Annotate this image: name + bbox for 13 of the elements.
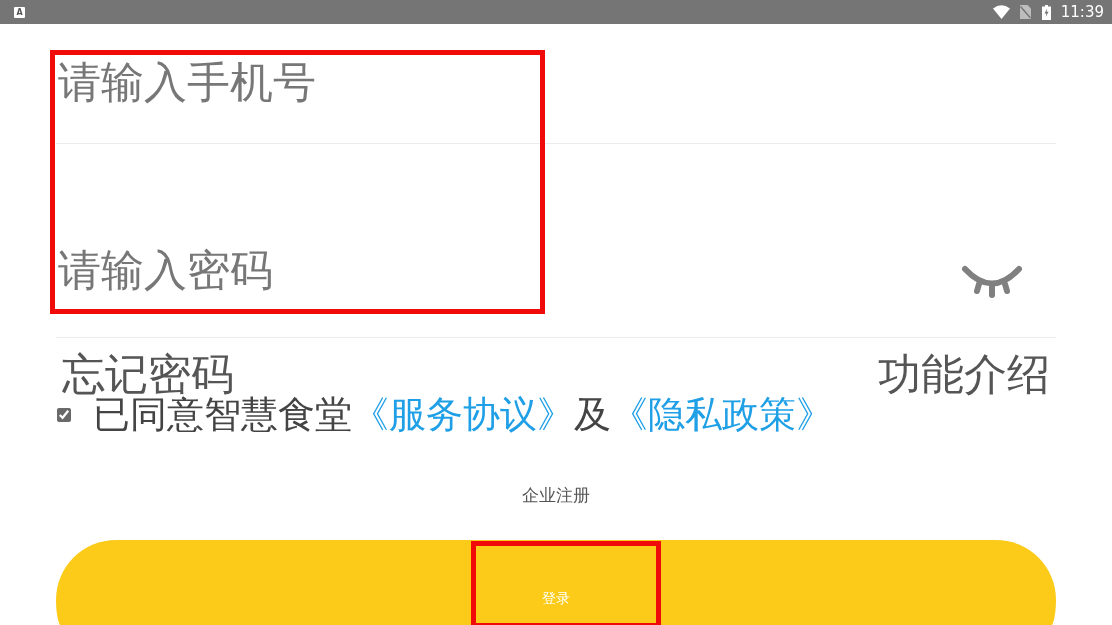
agreement-checkbox[interactable] [57,408,71,422]
password-field[interactable]: 请输入密码 [56,144,961,337]
feature-intro-link[interactable]: 功能介绍 [878,353,1050,396]
no-sim-icon [1019,5,1031,19]
status-time: 11:39 [1060,3,1104,21]
register-link[interactable]: 企业注册 [522,485,590,505]
wifi-icon [992,5,1010,19]
eye-closed-icon[interactable] [961,264,1023,298]
notification-mark: A [14,6,25,18]
forgot-password-link[interactable]: 忘记密码 [62,353,234,396]
battery-charging-icon [1041,4,1051,20]
agreement-text: 已同意智慧食堂《服务协议》及《隐私政策》 [93,396,833,434]
phone-number-field[interactable]: 请输入手机号 [56,24,1056,144]
